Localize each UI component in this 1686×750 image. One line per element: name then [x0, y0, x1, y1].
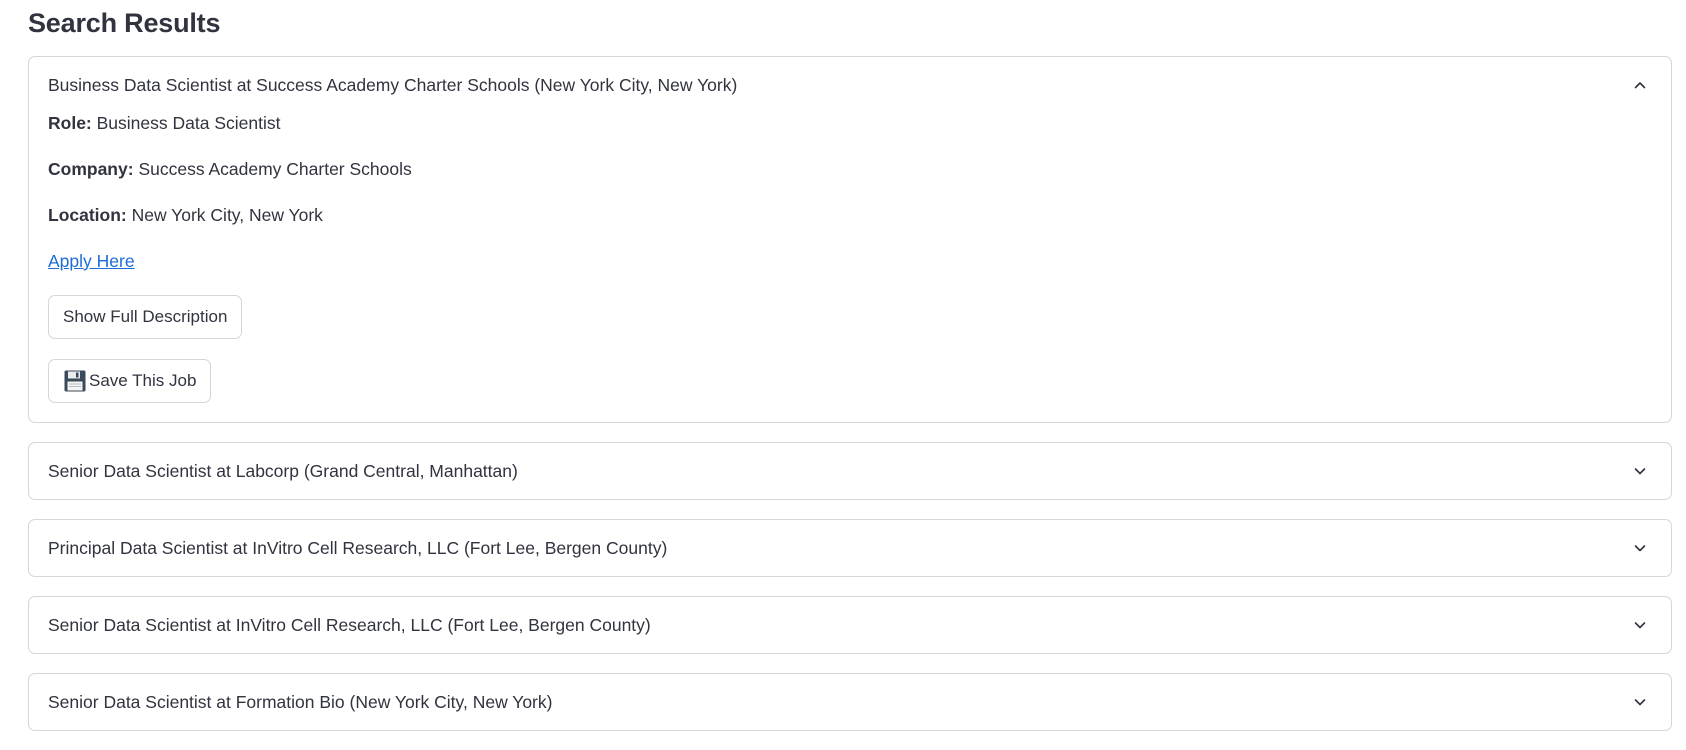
apply-here-link[interactable]: Apply Here: [48, 249, 135, 273]
chevron-up-icon[interactable]: [1629, 74, 1651, 96]
search-results-page: Search Results Business Data Scientist a…: [28, 0, 1672, 731]
save-job-label: Save This Job: [89, 371, 197, 390]
result-title: Senior Data Scientist at Labcorp (Grand …: [48, 460, 518, 481]
result-title: Senior Data Scientist at Formation Bio (…: [48, 691, 553, 712]
apply-row: Apply Here: [48, 249, 1652, 295]
result-expander: Senior Data Scientist at Labcorp (Grand …: [28, 442, 1672, 500]
result-expander-header[interactable]: Senior Data Scientist at Formation Bio (…: [29, 674, 1671, 730]
description-button-row: Show Full Description: [48, 295, 1652, 359]
result-expander: Senior Data Scientist at Formation Bio (…: [28, 673, 1672, 731]
result-expander-header[interactable]: Senior Data Scientist at InVitro Cell Re…: [29, 597, 1671, 653]
role-label: Role:: [48, 113, 92, 133]
show-full-description-button[interactable]: Show Full Description: [48, 295, 243, 339]
save-job-button[interactable]: Save This Job: [48, 359, 212, 403]
page-title: Search Results: [28, 8, 221, 38]
company-label: Company:: [48, 159, 134, 179]
result-expander-header[interactable]: Business Data Scientist at Success Acade…: [29, 57, 1671, 113]
result-expander-header[interactable]: Senior Data Scientist at Labcorp (Grand …: [29, 443, 1671, 499]
result-expander-header[interactable]: Principal Data Scientist at InVitro Cell…: [29, 520, 1671, 576]
chevron-down-icon[interactable]: [1629, 537, 1651, 559]
result-details: Role: Business Data Scientist Company: S…: [29, 111, 1671, 422]
company-row: Company: Success Academy Charter Schools: [48, 157, 1652, 203]
result-title: Senior Data Scientist at InVitro Cell Re…: [48, 614, 651, 635]
result-title: Principal Data Scientist at InVitro Cell…: [48, 537, 668, 558]
location-row: Location: New York City, New York: [48, 203, 1652, 249]
chevron-down-icon[interactable]: [1629, 614, 1651, 636]
result-title: Business Data Scientist at Success Acade…: [48, 74, 738, 95]
result-expander: Senior Data Scientist at InVitro Cell Re…: [28, 596, 1672, 654]
location-value: New York City, New York: [131, 205, 323, 225]
save-button-row: Save This Job: [48, 359, 1652, 403]
result-expander: Principal Data Scientist at InVitro Cell…: [28, 519, 1672, 577]
role-row: Role: Business Data Scientist: [48, 111, 1652, 157]
result-expander: Business Data Scientist at Success Acade…: [28, 56, 1672, 423]
company-value: Success Academy Charter Schools: [138, 159, 412, 179]
floppy-disk-icon: [63, 369, 87, 393]
chevron-down-icon[interactable]: [1629, 691, 1651, 713]
chevron-down-icon[interactable]: [1629, 460, 1651, 482]
role-value: Business Data Scientist: [96, 113, 281, 133]
location-label: Location:: [48, 205, 127, 225]
